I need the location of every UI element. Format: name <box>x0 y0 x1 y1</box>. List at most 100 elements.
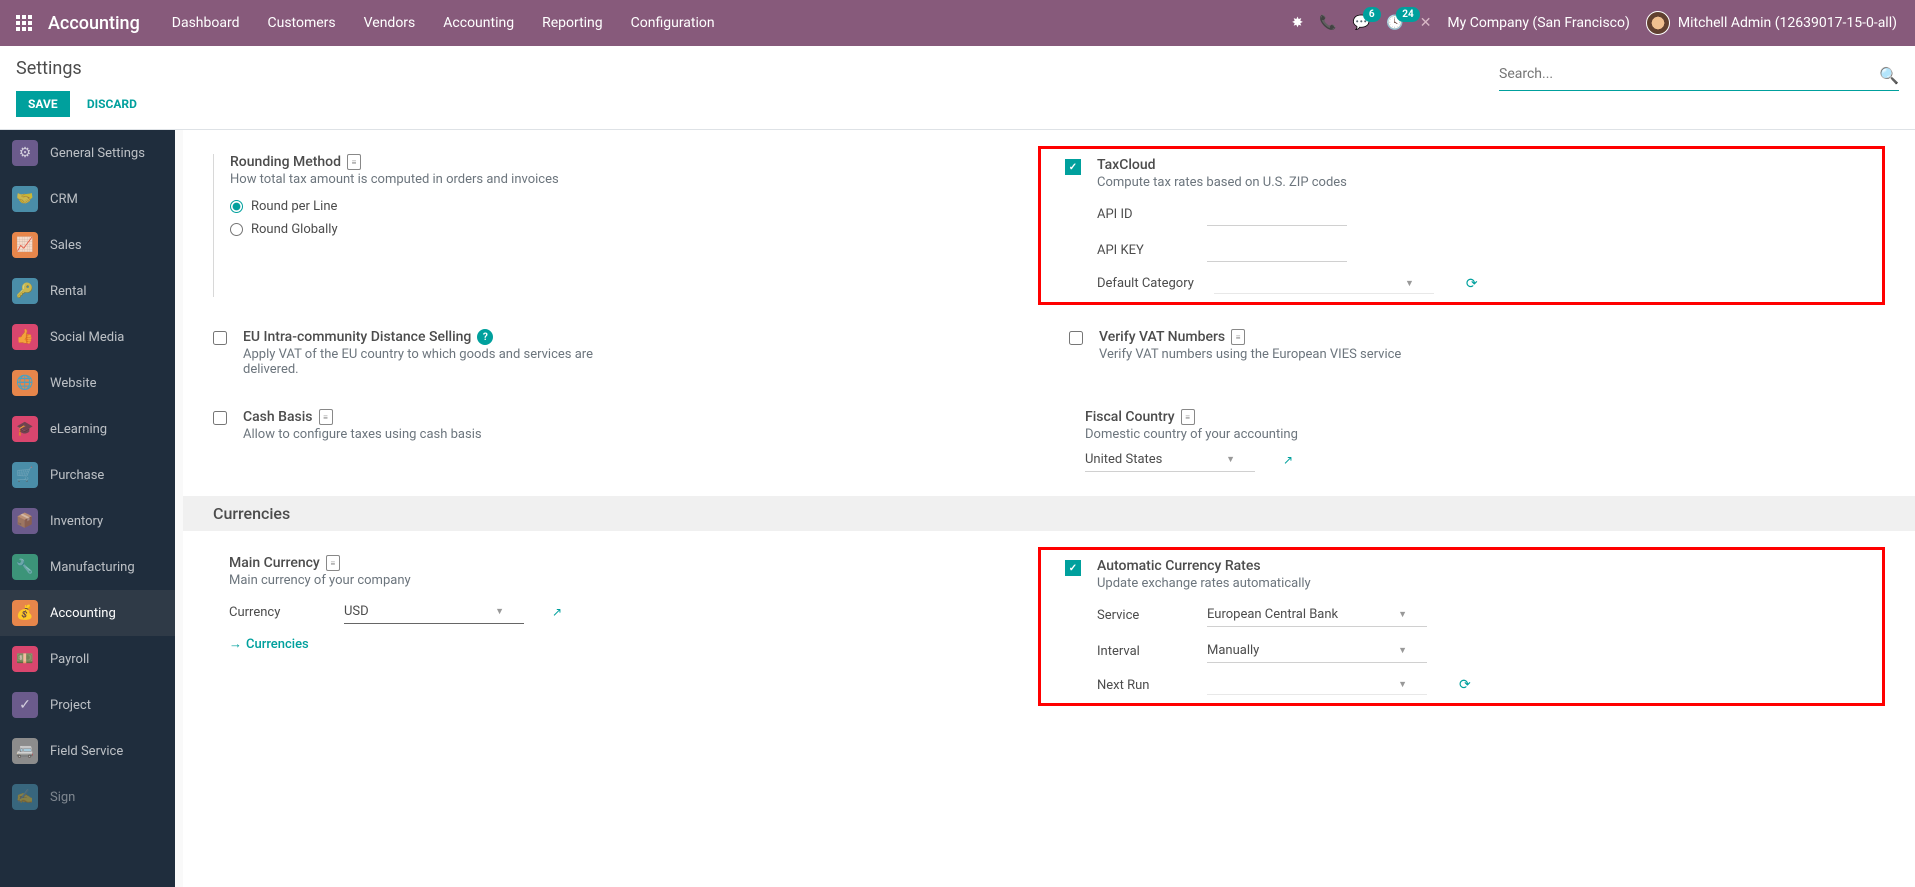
setting-title-label: Cash Basis <box>243 409 313 425</box>
apps-menu-icon[interactable] <box>8 0 40 46</box>
nav-vendors[interactable]: Vendors <box>352 2 428 44</box>
nav-configuration[interactable]: Configuration <box>619 2 727 44</box>
external-link-icon[interactable]: ↗ <box>552 605 562 619</box>
setting-auto-currency-rates: ✓ Automatic Currency Rates Update exchan… <box>1038 547 1885 706</box>
sidebar-item-manufacturing[interactable]: 🔧Manufacturing <box>0 544 175 590</box>
sidebar-item-project[interactable]: ✓Project <box>0 682 175 728</box>
payroll-icon: 💵 <box>12 646 38 672</box>
van-icon: 🚐 <box>12 738 38 764</box>
sidebar-item-sign[interactable]: ✍Sign <box>0 774 175 820</box>
key-icon: 🔑 <box>12 278 38 304</box>
sidebar-item-sales[interactable]: 📈Sales <box>0 222 175 268</box>
refresh-icon[interactable]: ⟳ <box>1459 677 1471 693</box>
top-navbar: Accounting Dashboard Customers Vendors A… <box>0 0 1915 46</box>
currencies-link[interactable]: → Currencies <box>229 636 309 652</box>
doc-icon[interactable]: ≡ <box>319 409 333 425</box>
phone-icon[interactable]: 📞 <box>1319 15 1336 31</box>
bug-icon[interactable]: ✸ <box>1292 15 1304 31</box>
doc-icon[interactable]: ≡ <box>326 555 340 571</box>
refresh-icon[interactable]: ⟳ <box>1466 276 1478 292</box>
currency-label: Currency <box>229 605 324 620</box>
checkbox-vat[interactable] <box>1069 331 1083 345</box>
section-currencies: Currencies <box>183 496 1915 531</box>
nav-reporting[interactable]: Reporting <box>530 2 615 44</box>
sidebar-item-label: eLearning <box>50 422 107 437</box>
chevron-down-icon: ▼ <box>1398 645 1407 656</box>
sidebar-item-website[interactable]: 🌐Website <box>0 360 175 406</box>
checkbox-cash-basis[interactable] <box>213 411 227 425</box>
currency-select[interactable]: USD ▼ <box>344 600 524 624</box>
search-box: 🔍 <box>1499 58 1899 91</box>
interval-label: Interval <box>1097 644 1187 659</box>
fiscal-country-select[interactable]: United States ▼ <box>1085 448 1255 472</box>
help-icon[interactable]: ? <box>477 329 493 345</box>
service-select[interactable]: European Central Bank ▼ <box>1207 603 1427 627</box>
activities-badge: 24 <box>1396 7 1419 22</box>
api-key-input[interactable] <box>1207 238 1347 262</box>
control-panel: Settings SAVE DISCARD 🔍 <box>0 46 1915 130</box>
search-input[interactable] <box>1499 66 1869 82</box>
doc-icon[interactable]: ≡ <box>1231 329 1245 345</box>
sidebar-item-label: Sign <box>50 790 75 805</box>
cart-icon: 🛒 <box>12 462 38 488</box>
doc-icon[interactable]: ≡ <box>347 154 361 170</box>
sidebar-item-label: Inventory <box>50 514 103 529</box>
checkbox-auto-rates[interactable]: ✓ <box>1065 560 1081 576</box>
book-icon: 🎓 <box>12 416 38 442</box>
globe-icon: 🌐 <box>12 370 38 396</box>
sidebar-item-label: Rental <box>50 284 87 299</box>
messages-badge: 6 <box>1363 7 1381 22</box>
sidebar-item-social[interactable]: 👍Social Media <box>0 314 175 360</box>
radio-round-per-line[interactable]: Round per Line <box>230 199 1022 214</box>
sidebar-item-payroll[interactable]: 💵 Payroll <box>0 636 175 682</box>
sidebar-item-purchase[interactable]: 🛒Purchase <box>0 452 175 498</box>
project-icon: ✓ <box>12 692 38 718</box>
sidebar-item-fieldservice[interactable]: 🚐Field Service <box>0 728 175 774</box>
arrow-right-icon: → <box>229 636 242 652</box>
chevron-down-icon: ▼ <box>1398 609 1407 620</box>
nav-accounting[interactable]: Accounting <box>431 2 526 44</box>
sidebar-item-accounting[interactable]: 💰Accounting <box>0 590 175 636</box>
discard-button[interactable]: DISCARD <box>83 91 141 117</box>
sidebar-item-label: Payroll <box>50 652 89 667</box>
chevron-down-icon: ▼ <box>1398 679 1407 690</box>
sidebar-item-inventory[interactable]: 📦Inventory <box>0 498 175 544</box>
nav-right: ✸ 📞 💬6 🕓24 ✕ My Company (San Francisco) … <box>1292 11 1907 35</box>
user-menu[interactable]: Mitchell Admin (12639017-15-0-all) <box>1646 11 1897 35</box>
discuss-icon[interactable]: 💬6 <box>1353 15 1370 31</box>
next-run-select[interactable]: ▼ <box>1207 675 1427 695</box>
sidebar-item-label: Manufacturing <box>50 560 135 575</box>
setting-desc: Compute tax rates based on U.S. ZIP code… <box>1097 175 1477 190</box>
content-scroll[interactable]: Rounding Method ≡ How total tax amount i… <box>175 130 1915 887</box>
radio-round-globally[interactable]: Round Globally <box>230 222 1022 237</box>
search-icon[interactable]: 🔍 <box>1879 66 1899 85</box>
sidebar-item-crm[interactable]: 🤝CRM <box>0 176 175 222</box>
radio-input[interactable] <box>230 223 243 236</box>
sidebar-item-label: Accounting <box>50 606 116 621</box>
radio-input[interactable] <box>230 200 243 213</box>
sidebar-item-elearning[interactable]: 🎓 eLearning <box>0 406 175 452</box>
chevron-down-icon: ▼ <box>1405 278 1414 289</box>
setting-cash-basis: Cash Basis ≡ Allow to configure taxes us… <box>213 401 1029 480</box>
external-link-icon[interactable]: ↗ <box>1283 453 1293 467</box>
company-switcher[interactable]: My Company (San Francisco) <box>1447 15 1629 31</box>
interval-select[interactable]: Manually ▼ <box>1207 639 1427 663</box>
setting-fiscal-country: Fiscal Country ≡ Domestic country of you… <box>1069 401 1885 480</box>
default-category-select[interactable]: ▼ <box>1214 274 1434 294</box>
close-icon[interactable]: ✕ <box>1420 15 1432 31</box>
checkbox-taxcloud[interactable]: ✓ <box>1065 159 1081 175</box>
api-id-input[interactable] <box>1207 202 1347 226</box>
chart-icon: 📈 <box>12 232 38 258</box>
doc-icon[interactable]: ≡ <box>1181 409 1195 425</box>
sidebar-item-rental[interactable]: 🔑 Rental <box>0 268 175 314</box>
setting-title-label: EU Intra-community Distance Selling <box>243 329 471 345</box>
nav-customers[interactable]: Customers <box>256 2 348 44</box>
sidebar-item-general[interactable]: ⚙General Settings <box>0 130 175 176</box>
app-brand[interactable]: Accounting <box>48 13 140 34</box>
setting-rounding-method: Rounding Method ≡ How total tax amount i… <box>213 146 1022 305</box>
checkbox-eu[interactable] <box>213 331 227 345</box>
nav-dashboard[interactable]: Dashboard <box>160 2 252 44</box>
setting-desc: Domestic country of your accounting <box>1085 427 1465 442</box>
activities-icon[interactable]: 🕓24 <box>1386 15 1403 31</box>
save-button[interactable]: SAVE <box>16 91 70 117</box>
